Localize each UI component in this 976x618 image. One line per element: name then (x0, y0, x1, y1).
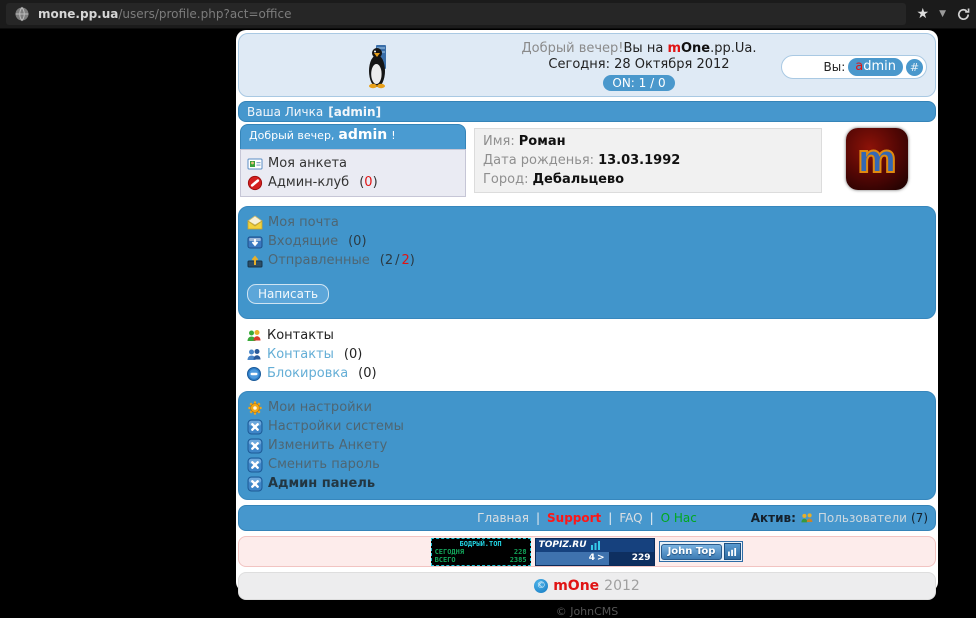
users-icon (800, 511, 814, 525)
globe-icon (14, 6, 30, 22)
my-profile-link[interactable]: Моя анкета (247, 154, 459, 173)
inbox-icon (247, 234, 263, 250)
active-users-count: (7) (910, 511, 928, 525)
info-name: Имя: Роман (483, 134, 566, 149)
tool-icon (247, 438, 263, 454)
page-content: Добрый вечер!Вы на mOne.pp.Ua. Сегодня: … (236, 30, 938, 618)
url-host: mone.pp.ua (38, 7, 119, 21)
admin-club-count: (0) (359, 175, 378, 190)
greeting-panel: Добрый вечер, admin ! Моя анкета Админ-к… (240, 124, 466, 197)
mail-section-title: Моя почта (247, 213, 927, 232)
title-username: [admin] (328, 104, 382, 119)
inbox-link[interactable]: Входящие (0) (247, 232, 927, 251)
caret-down-icon[interactable]: ▼ (939, 9, 946, 19)
inbox-count: (0) (348, 234, 367, 249)
address-bar[interactable]: mone.pp.ua/users/profile.php?act=office (6, 3, 906, 25)
outbox-icon (247, 253, 263, 269)
site-header: Добрый вечер!Вы на mOne.pp.Ua. Сегодня: … (238, 33, 936, 97)
block-icon (246, 366, 262, 382)
footer-year: 2012 (604, 578, 640, 594)
date-line: Сегодня: 28 Октября 2012 (548, 57, 730, 72)
blocklist-link[interactable]: Блокировка (0) (246, 364, 928, 383)
hash-link[interactable]: # (906, 58, 923, 76)
contacts-section: Контакты Контакты (0) Блокировка (0) (238, 319, 936, 389)
active-users-link[interactable]: Пользователи (818, 511, 907, 525)
cms-credit[interactable]: © JohnCMS (236, 600, 938, 618)
welcome-block: Добрый вечер!Вы на mOne.pp.Ua. Сегодня: … (459, 41, 819, 92)
browser-toolbar: mone.pp.ua/users/profile.php?act=office … (0, 0, 976, 29)
bookmark-star-icon[interactable]: ★ (917, 6, 930, 22)
current-user-pill: Вы: admin # (781, 55, 927, 79)
copyright-icon: © (534, 579, 549, 593)
nav-support-link[interactable]: Support (547, 511, 601, 525)
avatar[interactable]: m (846, 128, 908, 190)
bodry-top-counter-banner[interactable]: БОДРЫЙ.ТОП СЕГОДНЯ 228 ВСЕГО 2385 (430, 537, 531, 566)
greeting-panel-header: Добрый вечер, admin ! (240, 124, 466, 149)
blocklist-count: (0) (358, 366, 377, 381)
footer-nav: Главная | Support | FAQ | О Нас Актив: П… (238, 505, 936, 531)
counters-strip: БОДРЫЙ.ТОП СЕГОДНЯ 228 ВСЕГО 2385 TOPIZ.RU… (238, 536, 936, 567)
active-label: Актив: (750, 511, 796, 525)
tool-icon (247, 476, 263, 492)
you-label: Вы: (823, 60, 846, 74)
online-badge[interactable]: ON: 1 / 0 (603, 75, 675, 91)
url-path: /users/profile.php?act=office (118, 7, 292, 21)
panel-username: admin (338, 127, 388, 143)
settings-change-password-link[interactable]: Сменить пароль (247, 455, 927, 474)
nav-home-link[interactable]: Главная (477, 511, 529, 525)
nav-faq-link[interactable]: FAQ (619, 511, 642, 525)
write-message-button[interactable]: Написать (247, 284, 330, 304)
tool-icon (247, 457, 263, 473)
site-brand: mOne.pp.Ua. (667, 41, 757, 56)
contacts-icon (246, 328, 262, 344)
chart-bars-icon (590, 540, 601, 550)
active-users-block: Актив: Пользователи (7) (751, 506, 928, 530)
username-link[interactable]: admin (848, 58, 903, 76)
sent-count: (2/2) (379, 253, 415, 268)
settings-section: Мои настройки Настройки системы Изменить… (238, 391, 936, 500)
greeting-panel-body: Моя анкета Админ-клуб (0) (240, 149, 466, 197)
admin-club-link[interactable]: Админ-клуб (0) (247, 173, 459, 192)
deny-icon (247, 175, 263, 191)
profile-row: Добрый вечер, admin ! Моя анкета Админ-к… (238, 124, 936, 200)
site-footer-bar: © mOne 2012 (238, 572, 936, 600)
chart-bars-icon (724, 543, 742, 560)
user-info-box: Имя: Роман Дата рожденья: 13.03.1992 Город… (474, 128, 822, 193)
topiz-counter-banner[interactable]: TOPIZ.RU 4 > 229 (534, 537, 655, 566)
settings-section-title: Мои настройки (247, 398, 927, 417)
info-city: Город: Дебальцево (483, 172, 625, 187)
sent-link[interactable]: Отправленные (2/2) (247, 251, 927, 270)
penguin-icon (367, 41, 389, 89)
nav-about-link[interactable]: О Нас (661, 511, 697, 525)
settings-admin-panel-link[interactable]: Админ панель (247, 474, 927, 493)
settings-system-link[interactable]: Настройки системы (247, 417, 927, 436)
gear-icon (247, 400, 263, 416)
contacts-section-title: Контакты (246, 326, 928, 345)
contacts-count: (0) (343, 347, 363, 362)
page-title: Ваша Личка [admin] (238, 101, 936, 122)
contacts-blue-icon (246, 347, 262, 363)
tool-icon (247, 419, 263, 435)
refresh-icon[interactable] (956, 7, 971, 22)
welcome-line: Добрый вечер!Вы на mOne.pp.Ua. (521, 41, 757, 56)
johntop-counter-banner[interactable]: John Top (658, 541, 744, 562)
vcard-icon (247, 156, 263, 172)
mail-open-icon (247, 215, 263, 231)
footer-brand-link[interactable]: mOne (553, 578, 599, 594)
contacts-list-link[interactable]: Контакты (0) (246, 345, 928, 364)
settings-edit-profile-link[interactable]: Изменить Анкету (247, 436, 927, 455)
mail-section: Моя почта Входящие (0) Отправленные (2/2… (238, 206, 936, 319)
info-birthdate: Дата рожденья: 13.03.1992 (483, 153, 681, 168)
